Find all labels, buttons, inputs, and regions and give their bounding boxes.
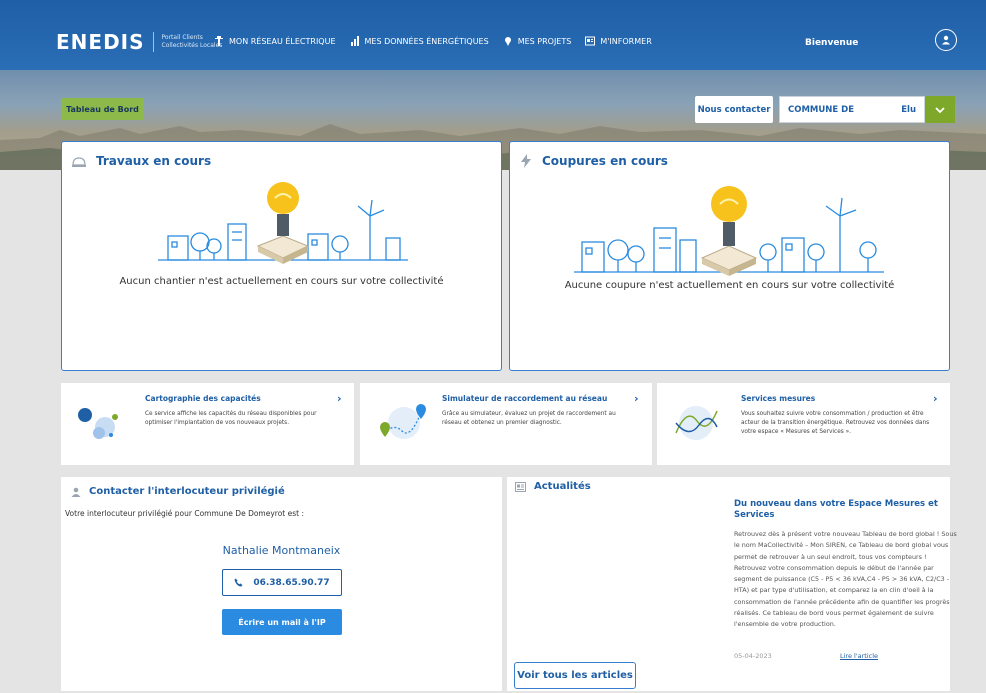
service-text: Grâce au simulateur, évaluez un projet d…	[442, 411, 616, 426]
interlocuteur-title: Contacter l'interlocuteur privilégié	[89, 486, 285, 497]
newspaper-icon	[515, 481, 526, 492]
pin-icon	[504, 37, 511, 46]
commune-dropdown-button[interactable]	[925, 96, 955, 123]
contact-us-button[interactable]: Nous contacter	[695, 96, 773, 123]
coupures-header: Coupures en cours	[520, 154, 668, 168]
main-nav: MON RÉSEAU ÉLECTRIQUE MES DONNÉES ÉNERGÉ…	[214, 36, 652, 46]
service-text: Ce service affiche les capacités du rése…	[145, 411, 317, 426]
nav-label: MON RÉSEAU ÉLECTRIQUE	[229, 36, 336, 46]
newspaper-icon	[585, 36, 596, 46]
travaux-empty-message: Aucun chantier n'est actuellement en cou…	[119, 276, 444, 287]
article-date: 05-04-2023	[734, 652, 772, 660]
chevron-down-icon	[935, 106, 945, 113]
lightning-icon	[521, 154, 531, 168]
nav-item-projets[interactable]: MES PROJETS	[503, 36, 572, 46]
hardhat-icon	[72, 157, 86, 167]
commune-selector[interactable]: COMMUNE DE Elu	[779, 96, 925, 123]
interlocuteur-header: Contacter l'interlocuteur privilégié	[71, 486, 285, 497]
service-text: Vous souhaitez suivre votre consommation…	[741, 411, 930, 435]
person-icon	[71, 487, 81, 497]
coupures-card[interactable]: Coupures en cours Aucune coupure n'est a…	[509, 141, 950, 371]
welcome-text: Bienvenue	[805, 38, 859, 48]
nav-item-informer[interactable]: M'INFORMER	[585, 36, 652, 46]
phone-icon	[234, 578, 243, 587]
commune-role: Elu	[901, 104, 916, 115]
travaux-card[interactable]: Travaux en cours Aucun chantier n'est ac…	[61, 141, 502, 371]
curves-chart-icon	[675, 406, 718, 440]
chevron-right-icon: ›	[337, 392, 342, 405]
commune-name: COMMUNE DE	[788, 104, 855, 115]
service-title: Cartographie des capacités	[145, 394, 261, 403]
city-lightbulb-illustration	[574, 186, 884, 276]
city-lightbulb-illustration	[158, 182, 408, 264]
read-article-link[interactable]: Lire l'article	[840, 652, 878, 660]
phone-button[interactable]: 06.38.65.90.77	[222, 569, 342, 596]
interlocuteur-name: Nathalie Montmaneix	[222, 544, 341, 557]
nav-item-reseau[interactable]: MON RÉSEAU ÉLECTRIQUE	[214, 36, 336, 46]
service-card-mesures[interactable]: Services mesures Vous souhaitez suivre v…	[657, 383, 950, 465]
breadcrumb-tableau-de-bord[interactable]: Tableau de Bord	[61, 98, 144, 120]
travaux-title: Travaux en cours	[96, 154, 212, 168]
user-icon	[942, 35, 950, 45]
travaux-header: Travaux en cours	[72, 154, 211, 168]
nav-label: MES PROJETS	[517, 36, 572, 46]
service-title: Services mesures	[741, 394, 816, 403]
nav-item-donnees[interactable]: MES DONNÉES ÉNERGÉTIQUES	[350, 36, 489, 46]
all-articles-button[interactable]: Voir tous les articles	[514, 662, 636, 689]
user-account-button[interactable]	[935, 29, 957, 51]
chevron-right-icon: ›	[634, 392, 639, 405]
article-body: Retrouvez dès à présent votre nouveau Ta…	[734, 530, 957, 629]
actualites-header: Actualités	[515, 481, 591, 492]
chevron-right-icon: ›	[933, 392, 938, 405]
phone-number: 06.38.65.90.77	[253, 577, 330, 588]
service-title: Simulateur de raccordement au réseau	[442, 394, 608, 403]
enedis-logo[interactable]: ENEDIS Portail Clients Collectivités Loc…	[56, 30, 232, 54]
interlocuteur-intro: Votre interlocuteur privilégié pour Comm…	[65, 509, 305, 518]
bar-chart-icon	[350, 36, 359, 46]
article-title[interactable]: Du nouveau dans votre Espace Mesures et …	[734, 499, 949, 521]
logo-text: ENEDIS	[56, 30, 145, 54]
service-card-simulateur[interactable]: Simulateur de raccordement au réseau Grâ…	[360, 383, 652, 465]
actualites-title: Actualités	[534, 481, 591, 492]
logo-divider	[152, 32, 154, 52]
map-bubbles-icon	[78, 408, 118, 439]
power-pole-icon	[215, 36, 223, 46]
service-card-cartographie[interactable]: Cartographie des capacités Ce service af…	[61, 383, 354, 465]
nav-label: MES DONNÉES ÉNERGÉTIQUES	[364, 36, 489, 46]
route-pins-icon	[380, 404, 426, 439]
coupures-title: Coupures en cours	[542, 154, 668, 168]
coupures-empty-message: Aucune coupure n'est actuellement en cou…	[564, 280, 895, 291]
email-ip-button[interactable]: Écrire un mail à l'IP	[222, 609, 342, 635]
nav-label: M'INFORMER	[600, 36, 652, 46]
